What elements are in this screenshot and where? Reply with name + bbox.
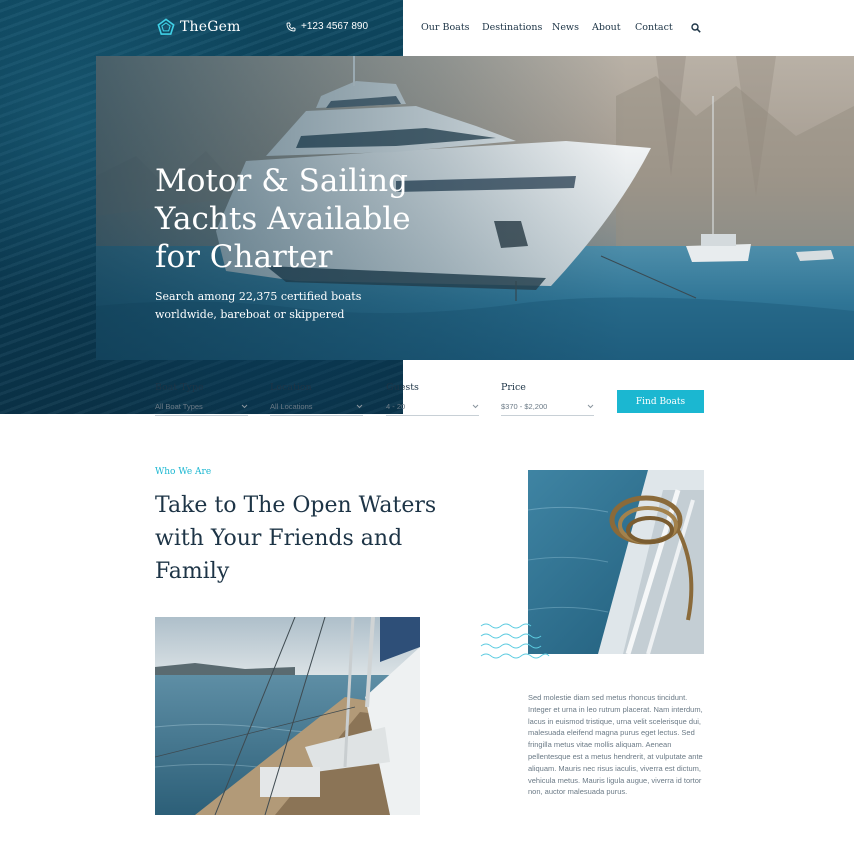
nav-item-our-boats[interactable]: Our Boats bbox=[421, 22, 470, 33]
filter-label: Guests bbox=[386, 382, 419, 393]
section-title: Take to The Open Waters with Your Friend… bbox=[155, 493, 437, 584]
section-eyebrow: Who We Are bbox=[155, 467, 212, 477]
chevron-down-icon bbox=[587, 404, 594, 408]
sailboat-deck-image bbox=[155, 617, 420, 815]
filter-label: Price bbox=[501, 382, 526, 393]
phone-icon bbox=[286, 22, 296, 31]
location-select[interactable]: All Locations bbox=[270, 397, 363, 416]
main-navigation bbox=[403, 0, 854, 56]
chevron-down-icon bbox=[472, 404, 479, 408]
filter-value: 4 - 20 bbox=[386, 401, 406, 411]
sailboat-deck-photo bbox=[155, 617, 420, 815]
price-select[interactable]: $370 - $2,200 bbox=[501, 397, 594, 416]
hero-title: Motor & Sailing Yachts Available for Cha… bbox=[155, 163, 411, 275]
yacht-rope-image bbox=[528, 470, 704, 654]
pentagon-logo-icon bbox=[157, 18, 175, 35]
search-icon[interactable] bbox=[691, 23, 701, 33]
yacht-rope-photo bbox=[528, 470, 704, 654]
filter-value: $370 - $2,200 bbox=[501, 401, 548, 411]
filter-label: Boat Type bbox=[155, 382, 204, 393]
about-body-text: Sed molestie diam sed metus rhoncus tinc… bbox=[528, 693, 703, 797]
wave-decoration-icon bbox=[480, 623, 550, 659]
chevron-down-icon bbox=[356, 404, 363, 408]
header-phone[interactable]: +123 4567 890 bbox=[286, 21, 368, 32]
filter-guests: Guests 4 - 20 bbox=[386, 382, 479, 416]
site-logo[interactable]: TheGem bbox=[157, 18, 241, 36]
logo-text: TheGem bbox=[180, 19, 241, 35]
filter-location: Location All Locations bbox=[270, 382, 363, 416]
filter-boat-type: Boat Type All Boat Types bbox=[155, 382, 248, 416]
filter-value: All Locations bbox=[270, 401, 313, 411]
nav-item-about[interactable]: About bbox=[592, 22, 621, 33]
guests-select[interactable]: 4 - 20 bbox=[386, 397, 479, 416]
phone-number: +123 4567 890 bbox=[301, 21, 369, 32]
filter-value: All Boat Types bbox=[155, 401, 203, 411]
chevron-down-icon bbox=[241, 404, 248, 408]
nav-item-contact[interactable]: Contact bbox=[635, 22, 673, 33]
boat-type-select[interactable]: All Boat Types bbox=[155, 397, 248, 416]
find-boats-button[interactable]: Find Boats bbox=[617, 390, 704, 413]
filter-label: Location bbox=[270, 382, 312, 393]
filter-price: Price $370 - $2,200 bbox=[501, 382, 594, 416]
hero-subtitle: Search among 22,375 certified boats worl… bbox=[155, 290, 362, 321]
nav-item-news[interactable]: News bbox=[552, 22, 579, 33]
nav-item-destinations[interactable]: Destinations bbox=[482, 22, 542, 33]
